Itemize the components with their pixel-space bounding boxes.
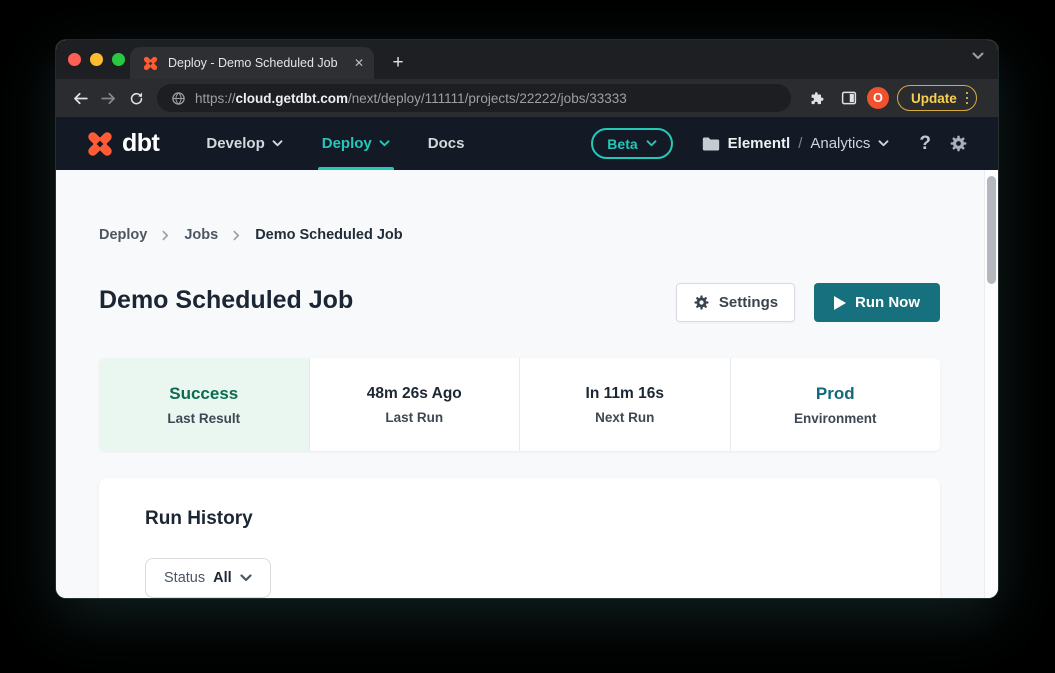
chevron-down-icon <box>240 574 252 582</box>
browser-toolbar: https://cloud.getdbt.com/next/deploy/111… <box>56 79 998 117</box>
toolbar-right-icons: O <box>803 84 889 112</box>
browser-window: Deploy - Demo Scheduled Job ✕ + https://… <box>56 40 998 598</box>
url-scheme: https:// <box>195 91 236 106</box>
tab-close-icon[interactable]: ✕ <box>354 56 364 70</box>
extensions-puzzle-icon[interactable] <box>803 84 831 112</box>
gear-icon <box>693 294 710 311</box>
stat-next-run: In 11m 16s Next Run <box>520 358 731 451</box>
breadcrumb: Deploy Jobs Demo Scheduled Job <box>99 227 403 243</box>
side-panel-icon[interactable] <box>835 84 863 112</box>
stat-label: Last Result <box>167 411 240 426</box>
project-name: Analytics <box>810 135 870 152</box>
site-info-globe-icon[interactable] <box>171 91 186 106</box>
url-text: https://cloud.getdbt.com/next/deploy/111… <box>195 91 627 106</box>
project-switcher[interactable]: Elementl / Analytics <box>702 135 890 152</box>
nav-item-deploy[interactable]: Deploy <box>322 117 390 170</box>
address-bar[interactable]: https://cloud.getdbt.com/next/deploy/111… <box>157 84 791 112</box>
beta-label: Beta <box>607 136 637 152</box>
settings-button[interactable]: Settings <box>676 283 795 322</box>
folder-icon <box>702 136 720 152</box>
forward-icon[interactable] <box>94 84 122 112</box>
dbt-brand-word: dbt <box>122 129 159 158</box>
run-history-title: Run History <box>145 508 253 530</box>
url-path: /next/deploy/111111/projects/22222/jobs/… <box>348 91 627 106</box>
stat-last-run: 48m 26s Ago Last Run <box>310 358 521 451</box>
breadcrumb-jobs[interactable]: Jobs <box>184 227 218 243</box>
browser-update-button[interactable]: Update <box>897 85 977 111</box>
run-now-button-label: Run Now <box>855 294 920 311</box>
dbt-logo-icon <box>85 129 115 159</box>
account-project-separator: / <box>798 135 802 152</box>
stat-value: 48m 26s Ago <box>367 385 462 403</box>
scrollbar-thumb[interactable] <box>987 176 996 284</box>
run-history-card: Run History Status All <box>99 478 940 598</box>
reload-icon[interactable] <box>122 84 150 112</box>
tab-title: Deploy - Demo Scheduled Job <box>168 56 346 70</box>
nav-item-develop[interactable]: Develop <box>206 117 282 170</box>
status-filter-value: All <box>213 570 232 586</box>
window-controls <box>68 53 125 66</box>
url-host: cloud.getdbt.com <box>236 91 349 106</box>
stat-label: Environment <box>794 411 877 426</box>
play-icon <box>834 296 846 310</box>
stat-label: Last Run <box>385 410 443 425</box>
stat-value: Prod <box>816 384 855 404</box>
back-icon[interactable] <box>66 84 94 112</box>
browser-menu-kebab-icon[interactable] <box>966 92 969 105</box>
nav-item-label: Docs <box>428 135 465 152</box>
profile-avatar[interactable]: O <box>867 87 889 109</box>
status-filter-label: Status <box>164 570 205 586</box>
minimize-window-button[interactable] <box>90 53 103 66</box>
nav-item-label: Develop <box>206 135 264 152</box>
dbt-logo[interactable]: dbt <box>85 129 159 159</box>
dbt-navbar: dbt Develop Deploy Docs Beta Elementl / … <box>56 117 998 170</box>
stat-last-result: Success Last Result <box>99 358 310 451</box>
new-tab-button[interactable]: + <box>386 52 410 76</box>
stat-environment: Prod Environment <box>731 358 941 451</box>
breadcrumb-current: Demo Scheduled Job <box>255 227 402 243</box>
page-title: Demo Scheduled Job <box>99 286 353 315</box>
update-label: Update <box>911 91 957 106</box>
run-now-button[interactable]: Run Now <box>814 283 940 322</box>
nav-item-label: Deploy <box>322 135 372 152</box>
stat-value: Success <box>169 384 238 404</box>
status-filter-dropdown[interactable]: Status All <box>145 558 271 598</box>
close-window-button[interactable] <box>68 53 81 66</box>
page-content: Deploy Jobs Demo Scheduled Job Demo Sche… <box>56 170 998 598</box>
beta-dropdown[interactable]: Beta <box>591 128 672 159</box>
dbt-favicon-icon <box>142 55 159 72</box>
settings-button-label: Settings <box>719 294 778 311</box>
tab-strip: Deploy - Demo Scheduled Job ✕ + <box>56 40 998 79</box>
tab-search-chevron-icon[interactable] <box>972 52 984 60</box>
nav-item-docs[interactable]: Docs <box>428 117 465 170</box>
breadcrumb-deploy[interactable]: Deploy <box>99 227 147 243</box>
help-icon[interactable]: ? <box>919 133 931 155</box>
job-stats-row: Success Last Result 48m 26s Ago Last Run… <box>99 358 940 451</box>
stat-label: Next Run <box>595 410 654 425</box>
scrollbar-track[interactable] <box>984 170 998 598</box>
account-name: Elementl <box>728 135 791 152</box>
zoom-window-button[interactable] <box>112 53 125 66</box>
settings-gear-icon[interactable] <box>949 134 968 153</box>
stat-value: In 11m 16s <box>586 385 664 403</box>
breadcrumb-chevron-icon <box>162 230 169 241</box>
breadcrumb-chevron-icon <box>233 230 240 241</box>
chevron-down-icon <box>878 140 889 147</box>
browser-tab[interactable]: Deploy - Demo Scheduled Job ✕ <box>130 47 374 79</box>
